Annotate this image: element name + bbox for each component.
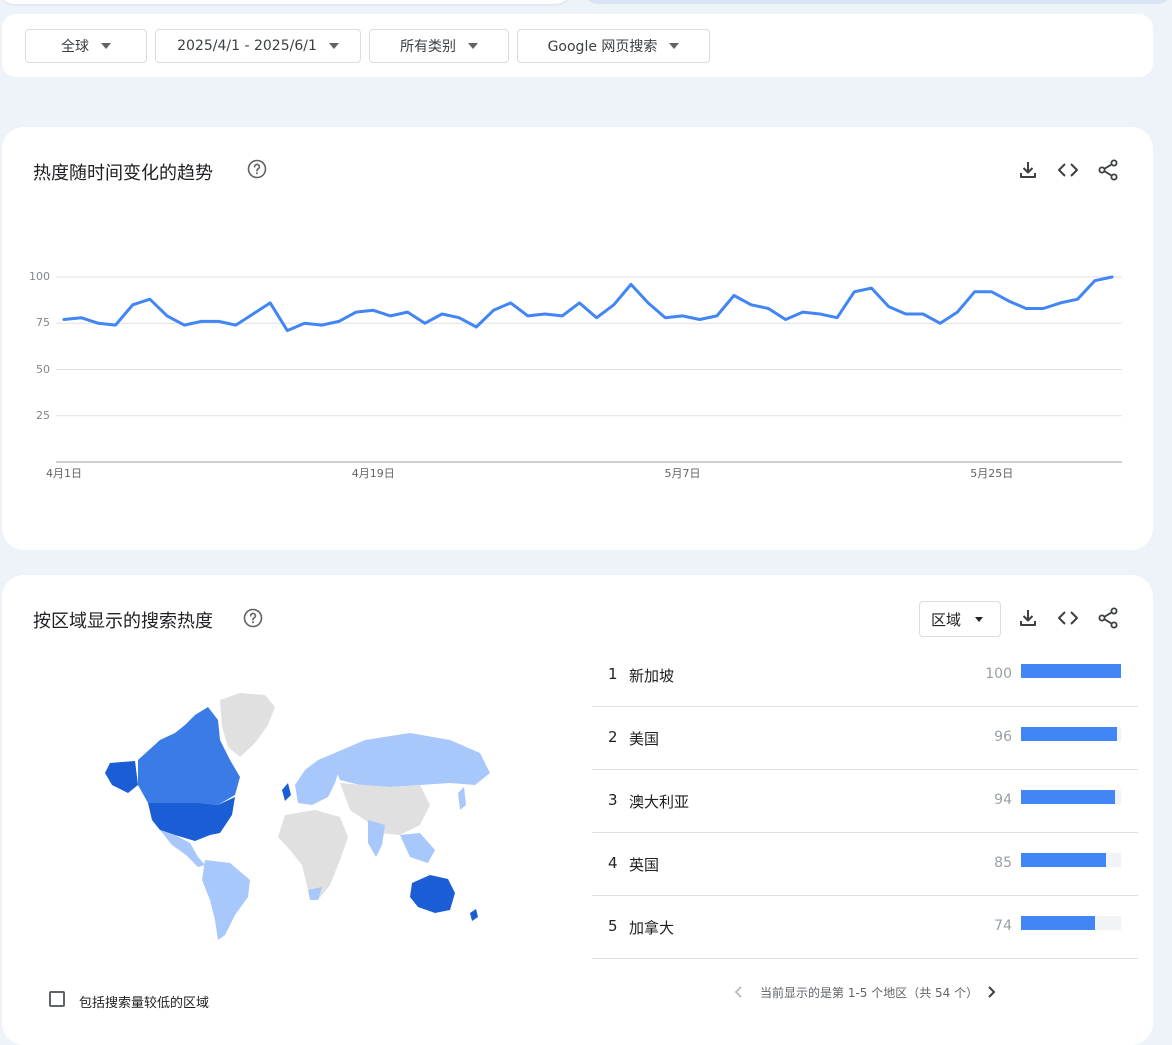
chevron-down-icon	[669, 43, 680, 49]
region-bar	[1021, 853, 1106, 867]
region-row[interactable]: 3 澳大利亚 94	[592, 770, 1138, 833]
low-volume-checkbox-label: 包括搜索量较低的区域	[79, 996, 210, 1011]
region-value: 94	[994, 792, 1012, 808]
chevron-left-icon[interactable]	[732, 984, 746, 1000]
x-tick-label: 5月25日	[970, 467, 1014, 480]
region-rank: 4	[608, 854, 618, 872]
region-row[interactable]: 4 英国 85	[592, 833, 1138, 896]
search-type-label: Google 网页搜索	[547, 39, 658, 55]
region-rank: 3	[608, 791, 618, 809]
search-type-dropdown[interactable]: Google 网页搜索	[517, 29, 710, 63]
region-rank: 5	[608, 917, 618, 935]
region-value: 74	[994, 918, 1012, 934]
map-asia[interactable]	[340, 783, 430, 835]
region-bar-track	[1021, 790, 1121, 804]
map-se-asia[interactable]	[400, 833, 435, 863]
region-bar	[1021, 664, 1121, 678]
y-tick-label: 50	[36, 362, 50, 376]
map-africa[interactable]	[278, 810, 348, 900]
date-range-dropdown[interactable]: 2025/4/1 - 2025/6/1	[155, 29, 361, 63]
region-bar-track	[1021, 853, 1121, 867]
region-title: 按区域显示的搜索热度	[33, 611, 213, 632]
location-label: 全球	[61, 39, 89, 55]
x-tick-label: 4月19日	[351, 467, 395, 480]
map-india[interactable]	[368, 820, 385, 857]
region-bar	[1021, 727, 1117, 741]
region-resolution-select[interactable]: 区域	[919, 601, 1001, 637]
download-icon[interactable]	[1016, 158, 1040, 182]
y-tick-label: 25	[36, 408, 50, 422]
map-south-america[interactable]	[202, 860, 250, 940]
caret-down-icon	[975, 616, 984, 622]
map-australia[interactable]	[410, 875, 455, 913]
download-icon[interactable]	[1016, 606, 1040, 630]
region-name: 英国	[629, 856, 660, 874]
region-select-label: 区域	[931, 610, 962, 629]
x-tick-label: 5月7日	[664, 467, 701, 480]
map-russia[interactable]	[330, 733, 490, 787]
search-box-stub	[0, 0, 570, 4]
trend-title: 热度随时间变化的趋势	[33, 163, 213, 184]
embed-code-icon[interactable]	[1056, 158, 1080, 182]
chevron-right-icon[interactable]	[984, 984, 998, 1000]
region-name: 澳大利亚	[629, 793, 690, 811]
map-new-zealand[interactable]	[470, 909, 478, 921]
compare-box-stub	[584, 0, 1172, 4]
interest-over-time-card	[2, 127, 1153, 550]
region-value: 100	[985, 666, 1012, 682]
embed-code-icon[interactable]	[1056, 606, 1080, 630]
region-bar-track	[1021, 727, 1121, 741]
map-greenland[interactable]	[220, 693, 275, 757]
map-alaska[interactable]	[105, 761, 138, 793]
chevron-down-icon	[468, 43, 478, 49]
y-tick-label: 75	[36, 316, 50, 330]
map-japan[interactable]	[458, 787, 466, 810]
pagination-text: 当前显示的是第 1-5 个地区（共 54 个）	[760, 986, 979, 1000]
share-icon[interactable]	[1096, 606, 1120, 630]
region-value: 85	[994, 855, 1012, 871]
region-row[interactable]: 5 加拿大 74	[592, 896, 1138, 959]
region-name: 加拿大	[629, 919, 675, 937]
chevron-down-icon	[328, 43, 339, 49]
region-row[interactable]: 2 美国 96	[592, 707, 1138, 770]
map-uk[interactable]	[282, 783, 291, 801]
filter-bar: 全球 2025/4/1 - 2025/6/1 所有类别 Google 网页搜索	[2, 14, 1153, 77]
region-value: 96	[994, 729, 1012, 745]
map-usa[interactable]	[148, 797, 235, 841]
pagination: 当前显示的是第 1-5 个地区（共 54 个）	[728, 982, 1000, 1002]
region-name: 新加坡	[629, 667, 675, 685]
region-rank: 1	[608, 665, 618, 683]
chevron-down-icon	[101, 43, 111, 49]
region-bar-track	[1021, 916, 1121, 930]
category-label: 所有类别	[400, 39, 456, 55]
help-icon[interactable]	[247, 159, 267, 179]
y-tick-label: 100	[29, 270, 50, 283]
x-tick-label: 4月1日	[46, 467, 82, 480]
region-bar	[1021, 790, 1115, 804]
region-row[interactable]: 1 新加坡 100	[592, 644, 1138, 707]
date-range-label: 2025/4/1 - 2025/6/1	[177, 38, 317, 54]
region-rank: 2	[608, 728, 618, 746]
category-dropdown[interactable]: 所有类别	[369, 29, 509, 63]
region-bar-track	[1021, 664, 1121, 678]
help-icon[interactable]	[243, 608, 263, 628]
location-dropdown[interactable]: 全球	[25, 29, 147, 63]
low-volume-checkbox[interactable]	[49, 991, 65, 1007]
world-map[interactable]	[90, 685, 500, 945]
region-name: 美国	[629, 730, 660, 748]
share-icon[interactable]	[1096, 158, 1120, 182]
region-bar	[1021, 916, 1095, 930]
